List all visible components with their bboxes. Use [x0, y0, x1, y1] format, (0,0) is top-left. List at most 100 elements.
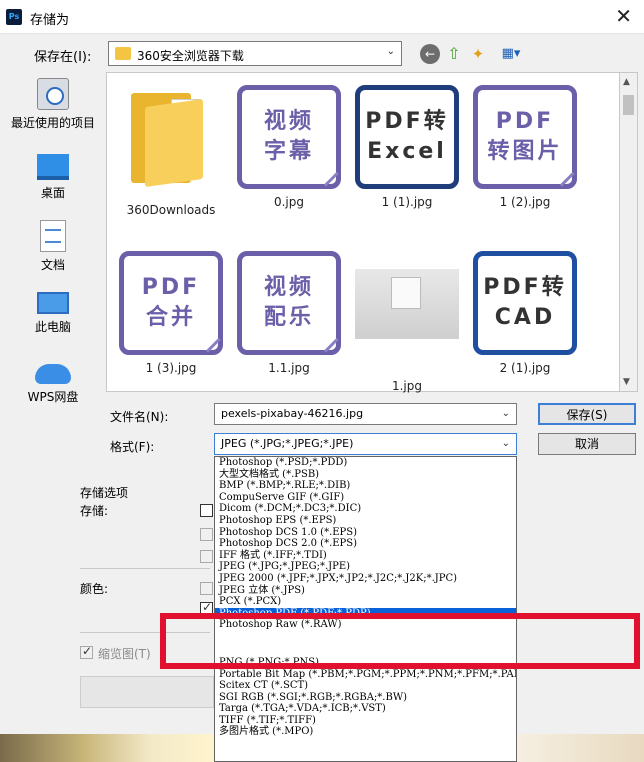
- location-dropdown[interactable]: 360安全浏览器下载 ⌄: [108, 41, 402, 66]
- filename-value: pexels-pixabay-46216.jpg: [221, 407, 364, 420]
- back-arrow-icon[interactable]: ←: [420, 44, 440, 64]
- file-name: 1 (1).jpg: [381, 195, 433, 209]
- up-folder-icon[interactable]: ⇧: [444, 44, 464, 64]
- file-list: 360Downloads 视频 字幕 0.jpg PDF转 Excel 1 (1…: [106, 72, 620, 393]
- location-text: 360安全浏览器下载: [137, 49, 244, 63]
- place-documents[interactable]: 文档: [0, 220, 106, 273]
- thumbnail-checkbox: [80, 644, 93, 659]
- warning-box: [80, 676, 214, 708]
- format-option[interactable]: Photoshop EPS (*.EPS): [215, 515, 516, 527]
- format-option[interactable]: SGI RGB (*.SGI;*.RGB;*.RGBA;*.BW): [215, 692, 516, 704]
- file-name: 1.1.jpg: [268, 361, 310, 375]
- format-option[interactable]: Photoshop (*.PSD;*.PDD): [215, 457, 516, 469]
- file-name: 1 (2).jpg: [499, 195, 551, 209]
- format-option[interactable]: Portable Bit Map (*.PBM;*.PGM;*.PPM;*.PN…: [215, 669, 516, 681]
- format-option[interactable]: JPEG 立体 (*.JPS): [215, 585, 516, 597]
- window-title: 存储为: [30, 13, 70, 28]
- file-name: 1.jpg: [391, 379, 423, 393]
- divider: [80, 568, 210, 569]
- photo-thumbnail: [355, 269, 459, 339]
- format-option[interactable]: JPEG (*.JPG;*.JPEG;*.JPE): [215, 561, 516, 573]
- format-option[interactable]: JPEG 2000 (*.JPF;*.JPX;*.JP2;*.J2C;*.J2K…: [215, 573, 516, 585]
- format-option[interactable]: Photoshop DCS 2.0 (*.EPS): [215, 538, 516, 550]
- chevron-down-icon[interactable]: ⌄: [502, 408, 510, 419]
- view-menu-icon[interactable]: ▦▾: [496, 44, 526, 64]
- option-checkbox: [200, 550, 213, 563]
- file-item[interactable]: PDF 合并 1 (3).jpg: [119, 251, 223, 375]
- folder-icon: [115, 47, 131, 60]
- background-image-strip: [0, 734, 214, 762]
- file-name: 1 (3).jpg: [145, 361, 197, 375]
- title-bar: Ps 存储为 ✕: [0, 0, 644, 34]
- format-option[interactable]: 大型文档格式 (*.PSB): [215, 469, 516, 481]
- option-checkbox: [200, 528, 213, 541]
- format-option[interactable]: Targa (*.TGA;*.VDA;*.ICB;*.VST): [215, 703, 516, 715]
- place-desktop[interactable]: 桌面: [0, 154, 106, 201]
- format-select[interactable]: JPEG (*.JPG;*.JPEG;*.JPE) ⌄: [214, 433, 517, 455]
- format-option[interactable]: 多图片格式 (*.MPO): [215, 726, 516, 738]
- format-option[interactable]: CompuServe GIF (*.GIF): [215, 492, 516, 504]
- filename-label: 文件名(N):: [110, 410, 169, 424]
- save-button[interactable]: 保存(S): [538, 403, 636, 425]
- format-option[interactable]: BMP (*.BMP;*.RLE;*.DIB): [215, 480, 516, 492]
- recent-items-icon: [37, 78, 69, 110]
- color-label: 颜色:: [80, 582, 109, 596]
- format-option[interactable]: Scitex CT (*.SCT): [215, 680, 516, 692]
- place-label: WPS网盘: [27, 390, 79, 404]
- file-thumbnail: PDF 转图片: [473, 85, 577, 189]
- background-image-strip: [517, 734, 644, 762]
- place-computer[interactable]: 此电脑: [0, 292, 106, 335]
- new-folder-icon[interactable]: ✦: [468, 44, 488, 64]
- option-checkbox[interactable]: [200, 504, 213, 517]
- thumbnail-text: 合并: [145, 305, 196, 330]
- save-options-title: 存储选项: [80, 486, 129, 500]
- file-item[interactable]: 视频 字幕 0.jpg: [237, 85, 341, 209]
- close-icon[interactable]: ✕: [615, 4, 632, 28]
- option-checkbox: [200, 582, 213, 595]
- format-option[interactable]: Photoshop DCS 1.0 (*.EPS): [215, 527, 516, 539]
- file-name: 360Downloads: [126, 203, 216, 217]
- file-name: 2 (1).jpg: [499, 361, 551, 375]
- format-dropdown-list[interactable]: Photoshop (*.PSD;*.PDD) 大型文档格式 (*.PSB) B…: [214, 456, 517, 762]
- annotation-highlight-box: [160, 613, 640, 669]
- file-item[interactable]: 1.jpg: [355, 251, 459, 393]
- file-item[interactable]: PDF转 CAD 2 (1).jpg: [473, 251, 577, 375]
- place-label: 文档: [40, 258, 65, 272]
- photoshop-app-icon: Ps: [6, 9, 22, 25]
- scroll-down-icon[interactable]: ▼: [623, 377, 630, 387]
- desktop-icon: [37, 154, 69, 180]
- chevron-down-icon[interactable]: ⌄: [502, 438, 510, 449]
- file-item[interactable]: 视频 配乐 1.1.jpg: [237, 251, 341, 375]
- cloud-icon: [35, 364, 71, 384]
- save-label: 存储:: [80, 504, 109, 518]
- file-item[interactable]: PDF 转图片 1 (2).jpg: [473, 85, 577, 209]
- file-thumbnail: PDF 合并: [119, 251, 223, 355]
- format-option[interactable]: PCX (*.PCX): [215, 596, 516, 608]
- thumbnail-label: 缩览图(T): [98, 647, 151, 661]
- file-item[interactable]: PDF转 Excel 1 (1).jpg: [355, 85, 459, 209]
- documents-icon: [40, 220, 66, 252]
- cancel-button[interactable]: 取消: [538, 433, 636, 455]
- thumbnail-text: PDF: [495, 109, 555, 134]
- place-recent[interactable]: 最近使用的项目: [0, 78, 106, 131]
- thumbnail-text: 配乐: [263, 305, 314, 330]
- file-thumbnail: 视频 配乐: [237, 251, 341, 355]
- file-item[interactable]: 360Downloads: [119, 85, 223, 217]
- place-label: 此电脑: [34, 320, 71, 334]
- thumbnail-text: PDF: [141, 275, 201, 300]
- place-label: 最近使用的项目: [10, 116, 95, 130]
- thumbnail-text: CAD: [494, 305, 556, 330]
- filename-field[interactable]: pexels-pixabay-46216.jpg ⌄: [214, 403, 517, 425]
- format-option[interactable]: TIFF (*.TIF;*.TIFF): [215, 715, 516, 727]
- places-sidebar: 最近使用的项目 桌面 文档 此电脑 WPS网盘: [0, 72, 106, 405]
- thumbnail-text: PDF转: [365, 109, 449, 134]
- format-option[interactable]: Dicom (*.DCM;*.DC3;*.DIC): [215, 503, 516, 515]
- place-wps-cloud[interactable]: WPS网盘: [0, 364, 106, 405]
- scroll-thumb[interactable]: [623, 95, 634, 115]
- format-option[interactable]: IFF 格式 (*.IFF;*.TDI): [215, 550, 516, 562]
- file-thumbnail: [355, 269, 459, 373]
- vertical-scrollbar[interactable]: ▲ ▼: [620, 72, 638, 392]
- scroll-up-icon[interactable]: ▲: [623, 77, 630, 87]
- thumbnail-text: 转图片: [487, 139, 563, 164]
- chevron-down-icon: ⌄: [386, 46, 395, 57]
